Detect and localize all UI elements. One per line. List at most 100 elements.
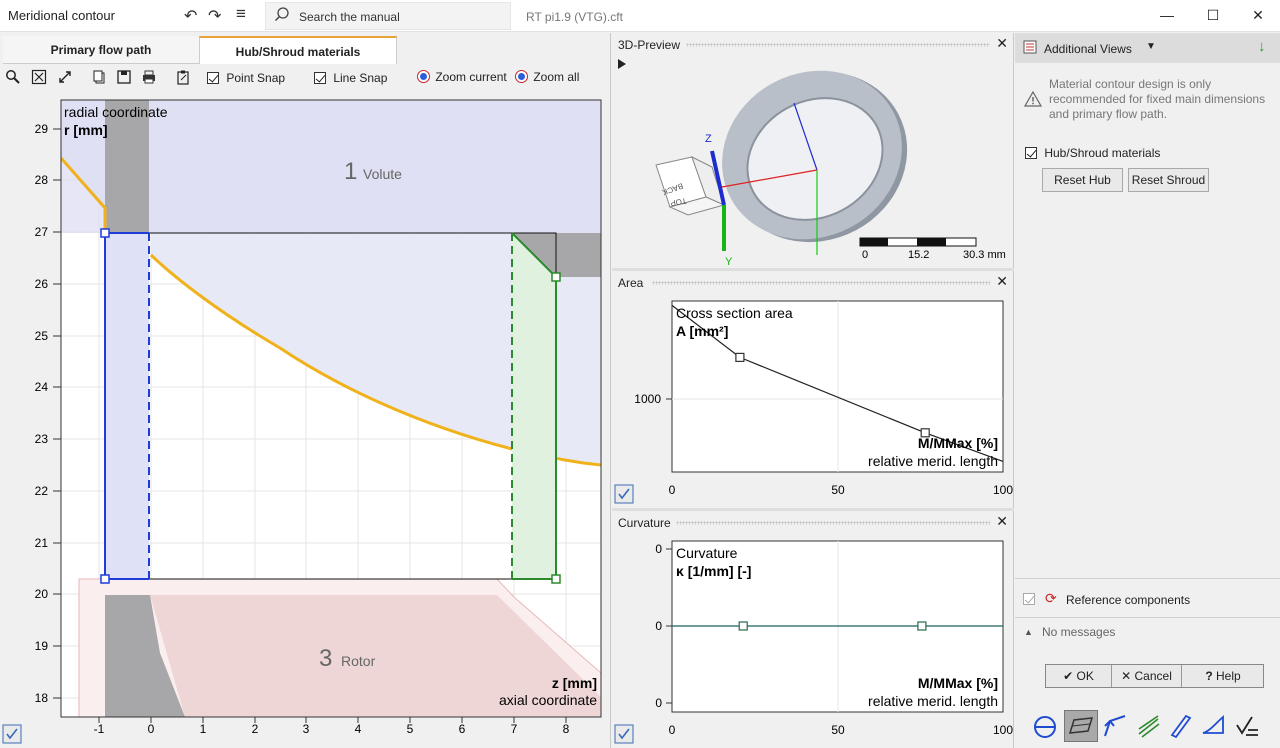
y-axis-label: radial coordinate	[64, 104, 168, 120]
curvature-x-label: relative merid. length	[868, 693, 998, 709]
hub-shroud-tool-icon[interactable]	[1064, 710, 1098, 742]
play-icon[interactable]	[618, 59, 626, 69]
search-placeholder: Search the manual	[299, 10, 400, 24]
close-button[interactable]: ✕	[1238, 4, 1278, 26]
shroud-material-block[interactable]	[512, 233, 556, 579]
x-axis-label: axial coordinate	[499, 692, 597, 708]
drag-handle[interactable]	[652, 281, 990, 285]
y-tick: 21	[35, 536, 49, 550]
area-x-unit: M/MMax [%]	[918, 435, 998, 451]
area-y-label: Cross section area	[676, 305, 793, 321]
hub-shroud-check-icon	[1025, 147, 1037, 159]
ok-label: OK	[1076, 669, 1094, 683]
scale-label-max: 30.3 mm	[963, 249, 1006, 261]
maximize-button[interactable]: ☐	[1193, 4, 1233, 26]
y-tick: 26	[35, 277, 49, 291]
meridional-view-icon[interactable]	[1032, 714, 1058, 743]
bottom-toolbar	[1015, 705, 1280, 748]
3d-preview-view[interactable]: BACK TOP Z Y 0 15.2 30.3 mm	[612, 55, 1014, 267]
meridional-chart[interactable]: 1 Volute 3 Rotor radial coordinate r [mm…	[0, 33, 611, 748]
x-tick-labels: -1 0 1 2 3 4 5 6 7 8	[94, 722, 570, 736]
hub-point-bottom[interactable]	[100, 574, 110, 584]
file-name: RT pi1.9 (VTG).cft	[526, 10, 623, 24]
blade-tool-icon[interactable]	[1168, 713, 1194, 742]
area-settings-icon[interactable]	[614, 484, 634, 504]
hub-material-block[interactable]	[105, 233, 149, 579]
hub-shroud-label: Hub/Shroud materials	[1044, 146, 1161, 160]
area-x-tick: 50	[831, 483, 845, 497]
shroud-point-top[interactable]	[551, 272, 561, 282]
drag-handle[interactable]	[686, 43, 990, 47]
area-chart[interactable]: Cross section area A [mm²] M/MMax [%] re…	[612, 293, 1014, 508]
cancel-button[interactable]: ✕ Cancel	[1112, 665, 1182, 687]
redo-icon[interactable]: ↷	[208, 6, 221, 26]
area-y-unit: A [mm²]	[676, 323, 728, 339]
curvature-chart[interactable]: Curvature κ [1/mm] [-] M/MMax [%] relati…	[612, 533, 1014, 748]
series-point[interactable]	[735, 352, 745, 363]
y-tick: 22	[35, 484, 49, 498]
curvature-y-tick-marks	[666, 548, 672, 704]
series-point[interactable]	[917, 621, 927, 631]
series-point[interactable]	[738, 621, 748, 631]
divider	[1015, 617, 1280, 618]
window-title: Meridional contour	[8, 8, 115, 23]
undo-icon[interactable]: ↶	[184, 6, 197, 26]
dropdown-arrow-icon[interactable]: ▼	[1146, 41, 1156, 52]
additional-views-bar[interactable]: Additional Views ▼ ↓	[1015, 33, 1280, 63]
x-tick: 0	[148, 722, 155, 736]
scale-label-mid: 15.2	[908, 249, 929, 261]
divider	[1015, 578, 1280, 579]
y-tick: 20	[35, 587, 49, 601]
y-axis-unit: r [mm]	[64, 122, 108, 138]
preview-close-icon[interactable]: ✕	[996, 35, 1008, 52]
x-tick: -1	[94, 722, 105, 736]
curvature-x-tick: 0	[669, 723, 676, 737]
y-tick: 19	[35, 639, 49, 653]
area-close-icon[interactable]: ✕	[996, 273, 1008, 290]
curvature-y-tick: 0	[655, 696, 662, 710]
search-box[interactable]: Search the manual	[265, 2, 511, 30]
y-tick: 28	[35, 173, 49, 187]
settings-toggle-icon[interactable]	[2, 724, 22, 744]
reference-components-checkbox[interactable]	[1023, 592, 1035, 606]
curvature-x-tick: 50	[831, 723, 845, 737]
region-rotor-number: 3	[319, 645, 332, 672]
reset-hub-button[interactable]: Reset Hub	[1042, 168, 1123, 192]
arrow-down-icon[interactable]: ↓	[1258, 38, 1266, 55]
x-tick-marks	[98, 717, 567, 723]
area-header: Area ✕	[612, 271, 1014, 293]
shroud-point-bottom[interactable]	[551, 574, 561, 584]
help-button[interactable]: ? Help	[1182, 665, 1264, 687]
profile-tool-icon[interactable]	[1200, 713, 1226, 742]
reference-components-icon: ⟳	[1045, 590, 1057, 606]
views-panel: 3D-Preview ✕ BACK TOP Z Y 0 15.2 30.3 mm	[612, 33, 1014, 748]
minimize-button[interactable]: —	[1147, 4, 1187, 26]
curvature-settings-icon[interactable]	[614, 724, 634, 744]
hub-shroud-checkbox[interactable]: Hub/Shroud materials	[1025, 146, 1160, 160]
menu-icon[interactable]: ≡	[236, 4, 246, 24]
drag-handle[interactable]	[676, 521, 990, 525]
curvature-x-tick: 100	[993, 723, 1013, 737]
preview-title: 3D-Preview	[618, 38, 681, 52]
reset-shroud-button[interactable]: Reset Shroud	[1128, 168, 1209, 192]
y-tick: 23	[35, 432, 49, 446]
check-lines-tool-icon[interactable]	[1234, 713, 1260, 742]
title-bar: Meridional contour ↶ ↷ ≡ Search the manu…	[0, 0, 1280, 32]
y-tick-labels: 29 28 27 26 25 24 23 22 21 20 19 18	[35, 122, 49, 705]
collapse-up-icon[interactable]: ▲	[1024, 627, 1033, 637]
area-title: Area	[618, 276, 644, 290]
ok-button[interactable]: ✔ OK	[1046, 665, 1112, 687]
properties-panel: Additional Views ▼ ↓ Material contour de…	[1015, 33, 1280, 748]
vector-tool-icon[interactable]	[1102, 713, 1128, 742]
lines-tool-icon[interactable]	[1136, 713, 1162, 742]
help-question-icon: ?	[1205, 669, 1213, 683]
hub-point-top[interactable]	[100, 228, 110, 238]
axis-label-z: Z	[705, 133, 712, 145]
x-tick: 7	[511, 722, 518, 736]
cancel-x-icon: ✕	[1121, 669, 1132, 683]
curvature-close-icon[interactable]: ✕	[996, 513, 1008, 530]
x-tick: 3	[303, 722, 310, 736]
x-tick: 8	[563, 722, 570, 736]
additional-views-icon	[1023, 40, 1037, 57]
area-x-label: relative merid. length	[868, 453, 998, 469]
